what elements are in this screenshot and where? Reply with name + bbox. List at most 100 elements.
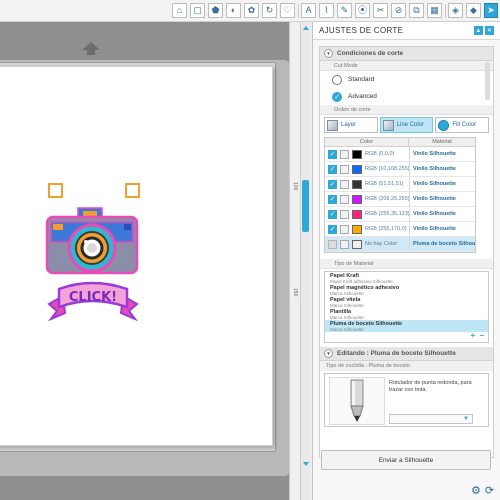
workspace-scrollbar[interactable] [300, 22, 310, 500]
panel-scrollbar[interactable] [485, 62, 490, 100]
material-value[interactable]: Vinilo Silhouette [409, 222, 475, 236]
weld-icon[interactable]: ⧉ [409, 3, 424, 18]
color-value: RGB (209,25,255) [365, 196, 409, 202]
material-value[interactable]: Pluma de boceto Silhouette [409, 237, 475, 251]
color-row[interactable]: ✓ RGB (0,0,0) Vinilo Silhouette [325, 147, 475, 162]
offset-icon[interactable]: ▦ [427, 3, 442, 18]
collapse-chevron-icon[interactable]: ▾ [324, 49, 333, 58]
radio-advanced[interactable]: ✓ [332, 91, 342, 102]
design-workspace[interactable]: CLICK! [0, 22, 296, 500]
heart-icon[interactable]: ♡ [280, 3, 295, 18]
color-row[interactable]: ✓ RGB (10,108,255) Vinilo Silhouette [325, 162, 475, 177]
tab-fill-color[interactable]: Fill Color [435, 117, 490, 133]
color-value: RGB (255,170,0) [365, 226, 407, 232]
polygon-icon[interactable]: ⬟ [208, 3, 223, 18]
tab-layer[interactable]: Layer [324, 117, 378, 133]
cut-line-icon [340, 239, 349, 249]
eraser-icon[interactable]: ✎ [337, 3, 352, 18]
row-checkbox[interactable]: ✓ [328, 179, 337, 189]
material-value[interactable]: Vinilo Silhouette [409, 177, 475, 191]
ruler-label: 100 [292, 182, 298, 191]
fill-icon[interactable]: ◈ [448, 3, 463, 18]
radio-label: Advanced [348, 93, 377, 100]
collapse-chevron-icon[interactable]: ▾ [324, 349, 333, 358]
material-value[interactable]: Vinilo Silhouette [409, 162, 475, 176]
design-page[interactable]: CLICK! [0, 66, 273, 446]
color-row[interactable]: ✓ RGB (51,51,51) Vinilo Silhouette [325, 177, 475, 192]
scroll-up-arrow-icon[interactable] [82, 42, 100, 50]
cut-icon[interactable]: ✂ [373, 3, 388, 18]
material-type-label: Tipo de Material [320, 259, 493, 269]
scroll-up-icon[interactable] [303, 26, 309, 30]
color-row[interactable]: ✓ RGB (255,35,123) Vinilo Silhouette [325, 207, 475, 222]
refresh-icon[interactable]: ⟳ [485, 484, 494, 497]
color-swatch [352, 224, 362, 234]
order-label: Orden de corte [320, 105, 493, 115]
column-header-material: Material [432, 139, 452, 145]
row-checkbox[interactable]: ✓ [328, 164, 337, 174]
selection-handle [125, 183, 140, 198]
color-row[interactable]: No hay Color Pluma de boceto Silhouette [325, 237, 475, 252]
color-row[interactable]: ✓ RGB (209,25,255) Vinilo Silhouette [325, 192, 475, 207]
radio-standard[interactable] [332, 74, 342, 85]
material-list-item[interactable]: Plantilla Marca Silhouette [325, 308, 488, 320]
cut-line-icon [340, 209, 349, 219]
color-value: RGB (51,51,51) [365, 181, 404, 187]
color-row[interactable]: ✓ RGB (255,170,0) Vinilo Silhouette [325, 222, 475, 237]
chain-icon[interactable]: ⊘ [391, 3, 406, 18]
material-list-item[interactable]: Papel vitela Marca Silhouette [325, 296, 488, 308]
row-checkbox[interactable] [328, 239, 337, 249]
cut-line-icon [340, 179, 349, 189]
material-value[interactable]: Vinilo Silhouette [409, 192, 475, 206]
mode-advanced[interactable]: ✓ Advanced [320, 88, 493, 105]
star-icon[interactable]: ✿ [244, 3, 259, 18]
pixel-trace-icon[interactable]: ⌂ [172, 3, 187, 18]
cut-line-icon [340, 164, 349, 174]
material-value[interactable]: Vinilo Silhouette [409, 207, 475, 221]
blade-type-label: Tipo de cuchilla : Pluma de boceto [320, 361, 493, 371]
color-swatch [352, 164, 362, 174]
radio-label: Standard [348, 76, 375, 83]
shape-icon[interactable]: ◐ [226, 3, 241, 18]
panel-close-icon[interactable]: ✕ [485, 26, 494, 35]
lock-icon[interactable]: ⦿ [355, 3, 370, 18]
remove-material-icon[interactable]: − [479, 331, 484, 340]
cut-mode-label: Cut Mode [320, 61, 493, 71]
send-icon[interactable]: ➤ [484, 3, 498, 18]
cut-line-icon [340, 194, 349, 204]
blade-dropdown[interactable]: ▼ [389, 414, 473, 424]
blade-box: Rotulador de punta redonda, para trazar … [324, 373, 489, 427]
camera-design[interactable]: CLICK! [0, 67, 274, 447]
material-list-item[interactable]: Papel magnético adhesivo Marca Silhouette [325, 284, 488, 296]
material-list-item[interactable]: Papel Kraft Papel Kraft adhesivo Silhouet… [325, 272, 488, 284]
settings-gear-icon[interactable]: ⚙ [471, 484, 481, 497]
banner-text: CLICK! [69, 290, 117, 305]
material-value[interactable]: Vinilo Silhouette [409, 147, 475, 161]
mode-standard[interactable]: Standard [320, 71, 493, 88]
color-swatch [352, 209, 362, 219]
color-swatch [352, 194, 362, 204]
material-list[interactable]: Papel Kraft Papel Kraft adhesivo Silhouet… [324, 271, 489, 343]
select-icon[interactable]: ▢ [190, 3, 205, 18]
cut-line-icon [340, 224, 349, 234]
send-to-silhouette-button[interactable]: Enviar a Silhouette [321, 450, 491, 470]
knife-icon[interactable]: ⌇ [319, 3, 334, 18]
panel-title: AJUSTES DE CORTE [319, 26, 404, 35]
add-material-icon[interactable]: + [471, 331, 476, 340]
rotate-icon[interactable]: ↻ [262, 3, 277, 18]
row-checkbox[interactable]: ✓ [328, 149, 337, 159]
cut-conditions-section[interactable]: ▾ Condiciones de corte [320, 47, 493, 61]
row-checkbox[interactable]: ✓ [328, 209, 337, 219]
tab-line-color[interactable]: Line Color [379, 117, 434, 133]
ruler-label: 150 [292, 288, 298, 297]
row-checkbox[interactable]: ✓ [328, 224, 337, 234]
panel-expand-icon[interactable]: ▲ [474, 26, 483, 35]
line-icon[interactable]: ◆ [466, 3, 481, 18]
text-tool-button[interactable]: A [301, 3, 316, 18]
top-toolbar: ⌂ ▢ ⬟ ◐ ✿ ↻ ♡ A ⌇ ✎ ⦿ ✂ ⊘ ⧉ ▦ ◈ ◆ ➤ [0, 0, 500, 22]
scroll-down-icon[interactable] [303, 462, 309, 466]
scroll-thumb[interactable] [302, 180, 309, 232]
material-list-item[interactable]: Pluma de boceto Silhouette Marca Silhouet… [325, 320, 488, 332]
row-checkbox[interactable]: ✓ [328, 194, 337, 204]
editing-section[interactable]: ▾ Editando : Pluma de boceto Silhouette [320, 347, 493, 361]
